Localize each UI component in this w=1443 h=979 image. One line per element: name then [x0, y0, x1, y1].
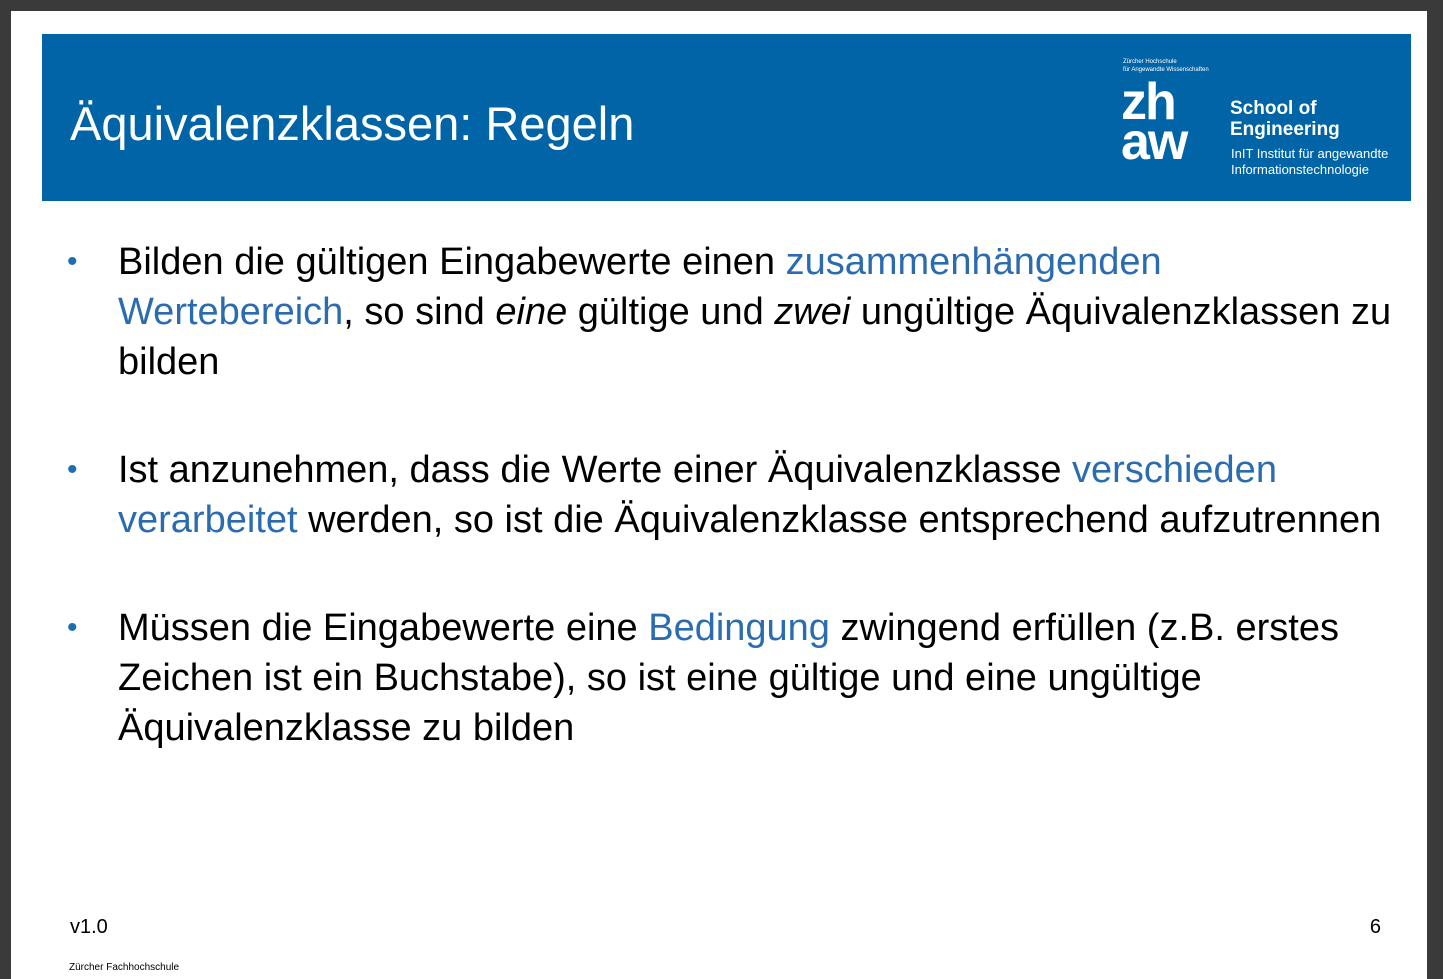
slide-title: Äquivalenzklassen: Regeln [70, 97, 635, 150]
bullet-icon: • [67, 453, 78, 486]
bullet-emphasis: zwei [774, 291, 851, 333]
logo-school-line1: School of [1230, 98, 1317, 119]
bullet-item: • Bilden die gültigen Eingabewerte einen … [67, 237, 1407, 387]
bullet-item: • Müssen die Eingabewerte eine Bedingung … [67, 603, 1407, 753]
version-label: v1.0 [70, 916, 108, 938]
slide-header: Äquivalenzklassen: Regeln Zürcher Hochsc… [42, 34, 1411, 201]
bullet-emphasis: eine [495, 291, 568, 333]
logo-school-line2: Engineering [1230, 119, 1340, 140]
zhaw-logo: Zürcher Hochschule für Angewandte Wissen… [1121, 58, 1408, 183]
logo-small-line1: Zürcher Hochschule [1123, 59, 1177, 65]
bullet-list: • Bilden die gültigen Eingabewerte einen … [67, 237, 1407, 811]
bullet-icon: • [67, 245, 78, 278]
bullet-text: Müssen die Eingabewerte eine [118, 607, 649, 649]
bullet-highlight: Bedingung [648, 607, 830, 649]
slide-page: Äquivalenzklassen: Regeln Zürcher Hochsc… [11, 11, 1427, 979]
bullet-item: • Ist anzunehmen, dass die Werte einer Äq… [67, 445, 1407, 545]
logo-institute-line1: InIT Institut für angewandte [1231, 146, 1389, 161]
logo-institute-line2: Informationstechnologie [1231, 162, 1370, 177]
bullet-text: Ist anzunehmen, dass die Werte einer Äqu… [118, 449, 1073, 491]
bullet-text: gültige und [567, 291, 775, 333]
logo-mark-line2: aw [1121, 113, 1188, 171]
bullet-text: werden, so ist die Äquivalenzklasse ents… [297, 499, 1382, 541]
logo-mark: zh aw [1121, 76, 1229, 171]
logo-school-name: School of Engineering [1230, 98, 1340, 140]
logo-institute-name: InIT Institut für angewandte Information… [1231, 146, 1388, 178]
bullet-text: , so sind [343, 291, 496, 333]
bullet-text: Bilden die gültigen Eingabewerte einen [118, 241, 786, 283]
footer-organization: Zürcher Fachhochschule [69, 962, 180, 973]
bullet-icon: • [67, 611, 78, 644]
page-number: 6 [1369, 916, 1381, 938]
document-viewer: Äquivalenzklassen: Regeln Zürcher Hochsc… [0, 0, 1443, 979]
logo-university-name: Zürcher Hochschule für Angewandte Wissen… [1123, 58, 1209, 74]
